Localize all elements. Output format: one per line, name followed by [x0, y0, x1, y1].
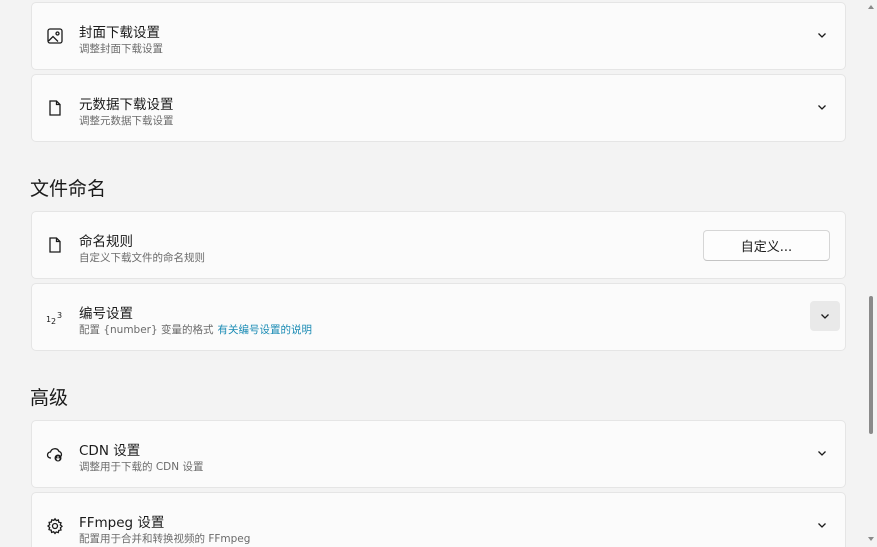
scroll-down-arrow-icon[interactable] — [868, 536, 874, 542]
svg-text:2: 2 — [51, 317, 56, 326]
ffmpeg-settings-card[interactable]: FFmpeg 设置 配置用于合并和转换视频的 FFmpeg — [31, 492, 846, 547]
chevron-down-icon[interactable] — [816, 519, 828, 531]
metadata-download-settings-card[interactable]: 元数据下载设置 调整元数据下载设置 — [31, 74, 846, 142]
gear-icon — [45, 516, 65, 536]
numbers-icon: 1 2 3 — [45, 307, 65, 327]
chevron-down-icon — [821, 314, 829, 319]
card-title: 元数据下载设置 — [79, 97, 174, 113]
card-title: CDN 设置 — [79, 443, 141, 459]
card-description: 配置 {number} 变量的格式 有关编号设置的说明 — [79, 322, 312, 337]
cover-download-settings-card[interactable]: 封面下载设置 调整封面下载设置 — [31, 2, 846, 70]
card-description: 配置用于合并和转换视频的 FFmpeg — [79, 533, 251, 545]
card-title: FFmpeg 设置 — [79, 515, 165, 531]
expand-button[interactable] — [810, 301, 840, 331]
chevron-down-icon[interactable] — [816, 447, 828, 459]
customize-button[interactable]: 自定义... — [703, 230, 830, 261]
card-title: 封面下载设置 — [79, 25, 160, 41]
scroll-up-arrow-icon[interactable] — [868, 4, 874, 10]
cloud-download-icon — [45, 444, 65, 464]
chevron-down-icon[interactable] — [816, 101, 828, 113]
settings-page: 封面下载设置 调整封面下载设置 元数据下载设置 调整元数据下载设置 文件命名 命 — [0, 0, 877, 547]
card-title: 编号设置 — [79, 306, 133, 322]
card-description: 调整元数据下载设置 — [79, 115, 174, 127]
naming-rule-card: 命名规则 自定义下载文件的命名规则 自定义... — [31, 211, 846, 279]
card-description-text: 配置 {number} 变量的格式 — [79, 324, 214, 336]
svg-text:3: 3 — [57, 311, 62, 320]
section-heading-file-naming: 文件命名 — [30, 178, 107, 200]
cdn-settings-card[interactable]: CDN 设置 调整用于下载的 CDN 设置 — [31, 420, 846, 488]
numbering-help-link[interactable]: 有关编号设置的说明 — [218, 324, 313, 336]
card-description: 调整用于下载的 CDN 设置 — [79, 461, 204, 473]
scrollbar-thumb[interactable] — [869, 296, 873, 434]
document-icon — [45, 98, 65, 118]
numbering-settings-card[interactable]: 1 2 3 编号设置 配置 {number} 变量的格式 有关编号设置的说明 — [31, 283, 846, 351]
document-icon — [45, 235, 65, 255]
card-description: 调整封面下载设置 — [79, 43, 163, 55]
image-icon — [45, 26, 65, 46]
card-title: 命名规则 — [79, 234, 133, 250]
chevron-down-icon[interactable] — [816, 29, 828, 41]
section-heading-advanced: 高级 — [30, 387, 69, 409]
card-description: 自定义下载文件的命名规则 — [79, 252, 205, 264]
vertical-scrollbar[interactable] — [865, 0, 877, 547]
